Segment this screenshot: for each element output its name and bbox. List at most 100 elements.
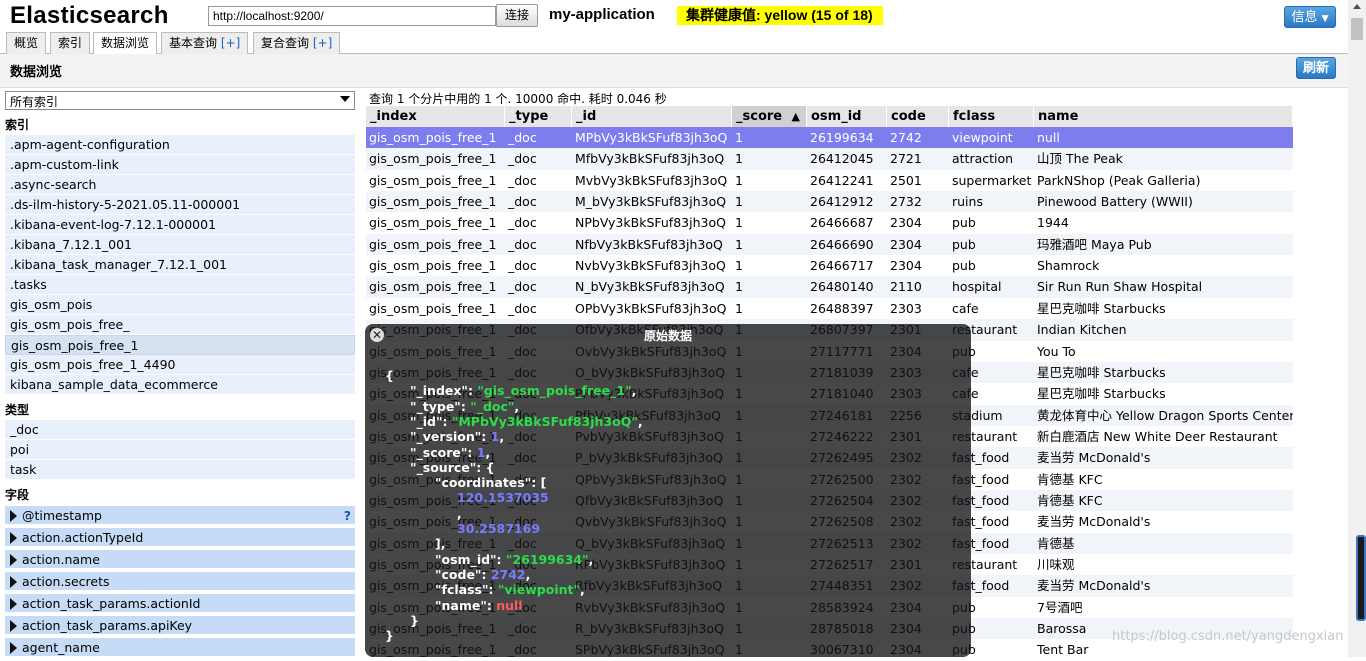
table-cell: 2304: [890, 258, 922, 274]
table-row[interactable]: gis_osm_pois_free_1 _doc NfbVy3kBkSFuf83jh…: [366, 233, 1293, 256]
scroll-up-icon[interactable]: [1353, 4, 1361, 9]
json-key: "osm_id":: [435, 551, 506, 567]
table-cell: null: [1037, 130, 1060, 145]
table-cell: _doc: [508, 300, 537, 316]
table-row[interactable]: gis_osm_pois_free_1 _doc NvbVy3kBkSFuf83jh…: [366, 255, 1293, 278]
json-key: ,: [580, 582, 585, 598]
index-item[interactable]: .kibana-event-log-7.12.1-000001: [5, 215, 355, 235]
help-icon[interactable]: ?: [344, 506, 351, 525]
column-header[interactable]: _id: [572, 106, 732, 127]
table-cell: gis_osm_pois_free_1: [369, 236, 497, 252]
column-header[interactable]: _score ▲: [732, 106, 807, 127]
index-item[interactable]: gis_osm_pois_free_1_4490: [5, 355, 355, 375]
column-header[interactable]: _type: [505, 106, 572, 127]
table-cell: 川味观: [1037, 557, 1075, 572]
json-key: ,: [588, 551, 594, 567]
type-item[interactable]: _doc: [5, 420, 355, 440]
table-cell: MPbVy3kBkSFuf83jh3oQ: [575, 130, 728, 145]
column-header[interactable]: _index: [366, 106, 505, 127]
column-header[interactable]: fclass: [949, 106, 1034, 127]
index-item[interactable]: .apm-custom-link: [5, 155, 355, 175]
table-cell: NfbVy3kBkSFuf83jh3oQ: [575, 236, 723, 252]
expand-triangle-icon[interactable]: [10, 510, 17, 522]
column-header-label: _type: [509, 109, 549, 124]
field-item[interactable]: action.secrets: [5, 572, 355, 592]
index-item[interactable]: gis_osm_pois_free_1: [5, 335, 355, 355]
table-cell: 星巴克咖啡 Starbucks: [1037, 386, 1166, 402]
expand-triangle-icon[interactable]: [10, 576, 17, 588]
json-line: "_id": "MPbVy3kBkSFuf83jh3oQ",: [410, 414, 643, 429]
json-line: "fclass": "viewpoint",: [435, 582, 585, 597]
type-item[interactable]: task: [5, 460, 355, 480]
field-label: action.secrets: [22, 574, 110, 589]
expand-triangle-icon[interactable]: [10, 620, 17, 632]
table-row[interactable]: gis_osm_pois_free_1 _doc M_bVy3kBkSFuf83jh…: [366, 191, 1293, 214]
table-row[interactable]: gis_osm_pois_free_1 _doc MPbVy3kBkSFuf83jh…: [366, 127, 1293, 149]
app-title: Elasticsearch: [10, 2, 169, 29]
table-row[interactable]: gis_osm_pois_free_1 _doc MfbVy3kBkSFuf83jh…: [366, 148, 1293, 171]
info-menu-button[interactable]: 信息 ▼: [1284, 6, 1336, 28]
index-item[interactable]: .kibana_task_manager_7.12.1_001: [5, 255, 355, 275]
table-cell: 1: [735, 130, 743, 145]
expand-triangle-icon[interactable]: [10, 598, 17, 610]
table-cell: pub: [952, 258, 976, 274]
tab-data-browser[interactable]: 数据浏览: [93, 32, 158, 55]
table-cell: 2721: [890, 151, 922, 167]
index-item[interactable]: .ds-ilm-history-5-2021.05.11-000001: [5, 195, 355, 215]
table-row[interactable]: gis_osm_pois_free_1 _doc MvbVy3kBkSFuf83jh…: [366, 169, 1293, 192]
field-item[interactable]: @timestamp?: [5, 506, 355, 526]
json-line: "name": null: [435, 598, 523, 613]
table-cell: You To: [1037, 343, 1076, 359]
json-value: "viewpoint": [497, 582, 581, 598]
expand-triangle-icon[interactable]: [10, 532, 17, 544]
field-item[interactable]: action_task_params.actionId: [5, 594, 355, 614]
json-key: ,: [499, 429, 505, 445]
index-item[interactable]: .async-search: [5, 175, 355, 195]
column-header[interactable]: name: [1034, 106, 1293, 127]
tab-compound-query[interactable]: 复合查询 [+]: [253, 32, 341, 54]
connect-button[interactable]: 连接: [496, 4, 538, 27]
tab-basic-query[interactable]: 基本查询 [+]: [161, 32, 249, 54]
json-line: 30.2587169: [457, 521, 540, 536]
refresh-button[interactable]: 刷新: [1296, 57, 1336, 79]
index-item[interactable]: .tasks: [5, 275, 355, 295]
json-key: ,: [514, 398, 520, 414]
index-item[interactable]: kibana_sample_data_ecommerce: [5, 375, 355, 395]
field-item[interactable]: agent_name: [5, 638, 355, 657]
type-item[interactable]: poi: [5, 440, 355, 460]
field-label: @timestamp: [22, 508, 102, 523]
json-value: "gis_osm_pois_free_1": [477, 383, 632, 399]
column-header[interactable]: code: [887, 106, 949, 127]
field-item[interactable]: action_task_params.apiKey: [5, 616, 355, 636]
scrollbar-thumb[interactable]: [1351, 18, 1363, 40]
table-row[interactable]: gis_osm_pois_free_1 _doc NPbVy3kBkSFuf83jh…: [366, 212, 1293, 235]
index-item[interactable]: .kibana_7.12.1_001: [5, 235, 355, 255]
json-line: "_score": 1,: [410, 445, 490, 460]
url-input[interactable]: [208, 6, 496, 26]
field-label: action.actionTypeId: [22, 530, 144, 545]
field-item[interactable]: action.name: [5, 550, 355, 570]
json-value: 30.2587169: [457, 521, 541, 536]
tab-indices[interactable]: 索引: [50, 32, 91, 54]
table-row[interactable]: gis_osm_pois_free_1 _doc N_bVy3kBkSFuf83jh…: [366, 276, 1293, 299]
table-cell: _doc: [508, 215, 537, 231]
index-select[interactable]: 所有索引: [5, 91, 355, 110]
expand-triangle-icon[interactable]: [10, 642, 17, 654]
tab-overview[interactable]: 概览: [6, 32, 47, 54]
table-cell: NvbVy3kBkSFuf83jh3oQ: [575, 258, 726, 274]
json-key: "_score":: [410, 444, 477, 460]
table-cell: pub: [952, 236, 976, 252]
column-header[interactable]: osm_id: [807, 106, 887, 127]
table-row[interactable]: gis_osm_pois_free_1 _doc OPbVy3kBkSFuf83jh…: [366, 297, 1293, 320]
index-item[interactable]: gis_osm_pois: [5, 295, 355, 315]
index-item[interactable]: .apm-agent-configuration: [5, 135, 355, 155]
table-cell: _doc: [508, 236, 537, 252]
side-widget[interactable]: [1356, 535, 1366, 621]
expand-triangle-icon[interactable]: [10, 554, 17, 566]
tab-plus: [+]: [220, 36, 241, 50]
field-item[interactable]: action.actionTypeId: [5, 528, 355, 548]
table-cell: gis_osm_pois_free_1: [369, 194, 497, 210]
table-cell: _doc: [508, 258, 537, 274]
index-item[interactable]: gis_osm_pois_free_: [5, 315, 355, 335]
field-label: action_task_params.actionId: [22, 596, 201, 611]
